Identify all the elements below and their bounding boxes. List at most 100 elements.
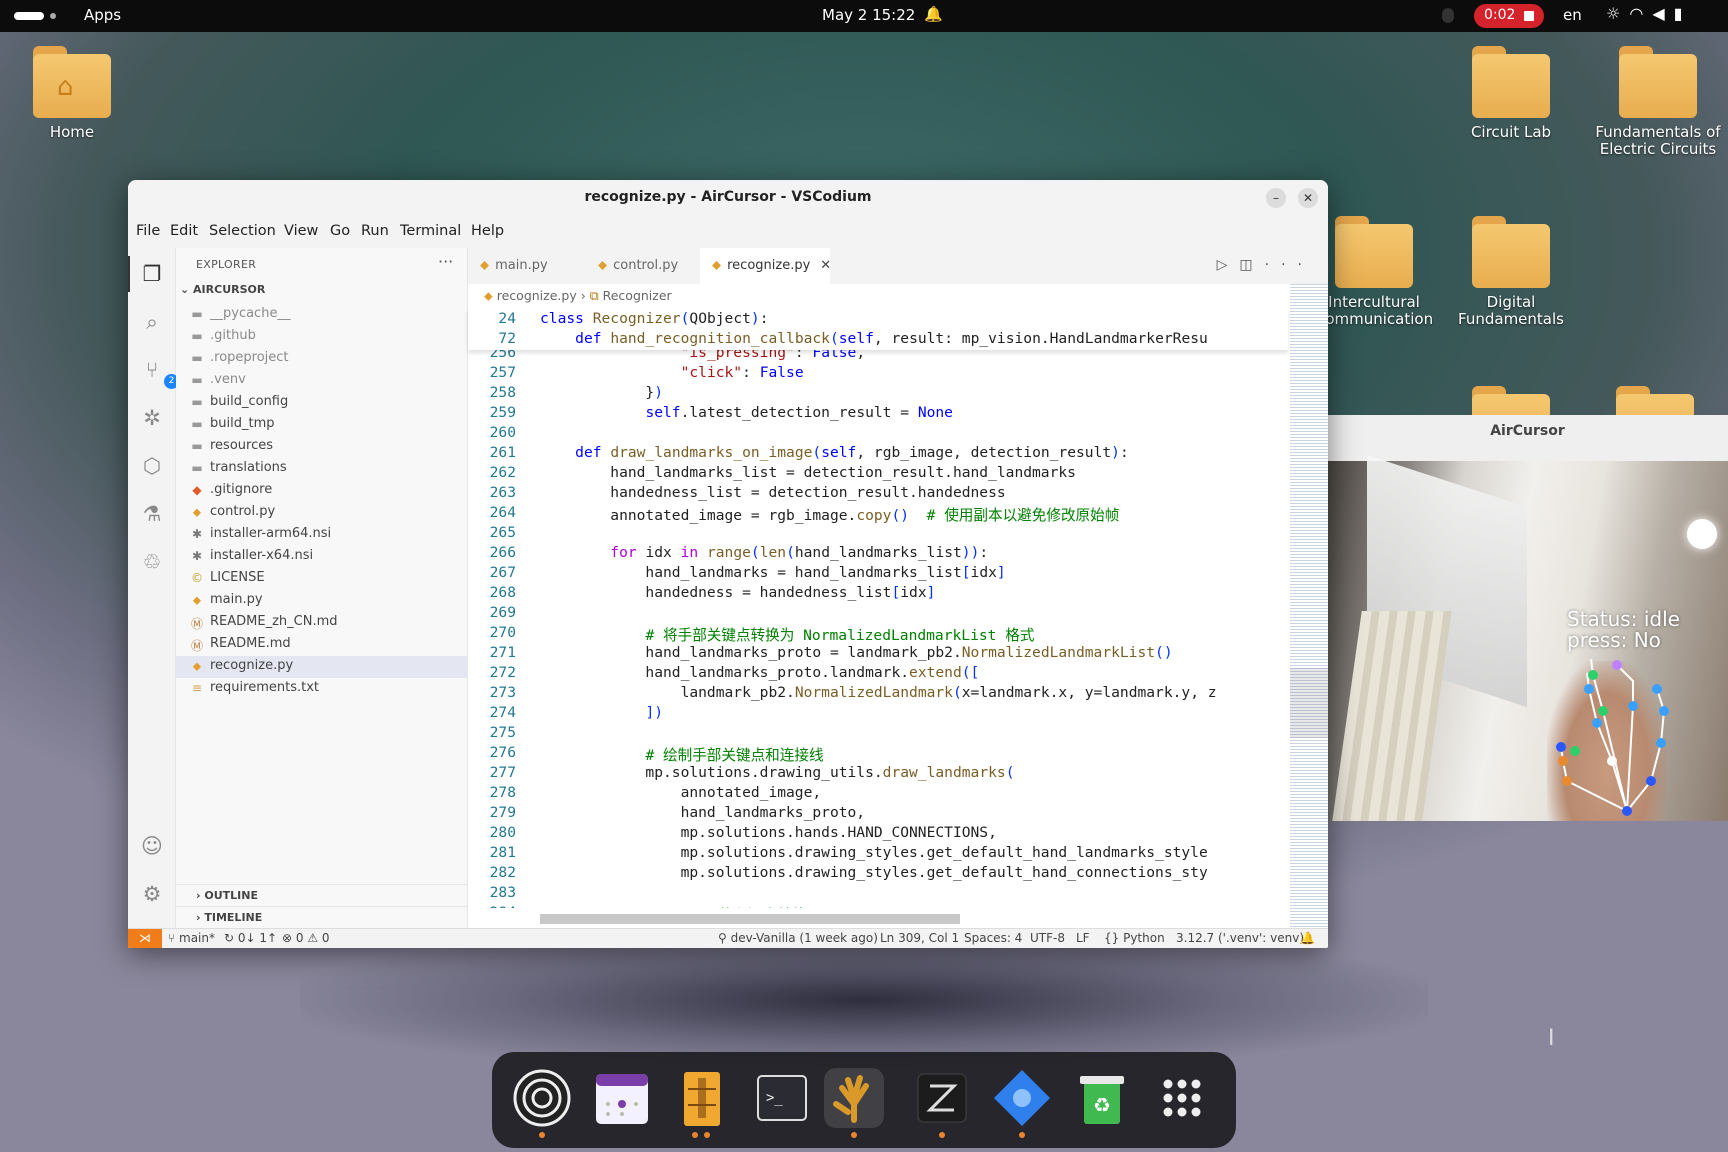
- explorer-root[interactable]: ⌄ AIRCURSOR: [180, 283, 265, 296]
- code-line[interactable]: 282 mp.solutions.drawing_styles.get_defa…: [468, 864, 1288, 884]
- search-icon[interactable]: ⌕: [138, 308, 166, 336]
- sticky-scroll[interactable]: 24 class Recognizer(QObject): 72 def hand_…: [468, 308, 1288, 350]
- python-interpreter[interactable]: 3.12.7 ('.venv': venv): [1176, 931, 1304, 945]
- code-line[interactable]: 24 class Recognizer(QObject):: [468, 310, 1288, 330]
- stop-icon[interactable]: [1524, 11, 1534, 21]
- close-tab-icon[interactable]: ✕: [820, 258, 831, 273]
- code-line[interactable]: 262 hand_landmarks_list = detection_resu…: [468, 464, 1288, 484]
- tree-item[interactable]: ⬥ control.py: [176, 502, 468, 524]
- timeline-section[interactable]: › TIMELINE: [176, 906, 468, 928]
- clock[interactable]: May 2 15:22: [822, 6, 915, 24]
- minimize-button[interactable]: –: [1266, 188, 1286, 208]
- menu-terminal[interactable]: Terminal: [400, 223, 461, 239]
- horizontal-scrollbar[interactable]: [540, 914, 960, 924]
- code-area[interactable]: 255 "target_y": self.last_valid_target["…: [468, 338, 1288, 908]
- tree-item[interactable]: ▬ .ropeproject: [176, 348, 468, 370]
- tree-item[interactable]: ▬ resources: [176, 436, 468, 458]
- bell-icon[interactable]: 🔔: [924, 5, 943, 23]
- language-mode[interactable]: {} Python: [1104, 931, 1165, 945]
- code-line[interactable]: 265: [468, 524, 1288, 544]
- encoding-status[interactable]: UTF-8: [1030, 931, 1065, 945]
- testing-icon[interactable]: ⚗: [138, 500, 166, 528]
- tree-item[interactable]: ▬ build_config: [176, 392, 468, 414]
- code-line[interactable]: 259 self.latest_detection_result = None: [468, 404, 1288, 424]
- tab-control-py[interactable]: ⬥ control.py: [586, 248, 692, 284]
- vscodium-icon[interactable]: [992, 1068, 1052, 1138]
- aircursor-window[interactable]: AirCursor Status: idle press: No: [1327, 415, 1728, 821]
- tree-item[interactable]: ▬ .venv: [176, 370, 468, 392]
- code-line[interactable]: 267 hand_landmarks = hand_landmarks_list…: [468, 564, 1288, 584]
- remote-indicator-icon[interactable]: ⋊: [128, 929, 162, 948]
- more-actions-icon[interactable]: ···: [438, 252, 453, 271]
- extensions-icon[interactable]: ⬡: [138, 452, 166, 480]
- tree-item[interactable]: ▬ translations: [176, 458, 468, 480]
- terminal-icon[interactable]: >_: [752, 1068, 812, 1128]
- settings-gear-icon[interactable]: ⚙: [138, 880, 166, 908]
- code-line[interactable]: 269: [468, 604, 1288, 624]
- code-line[interactable]: 272 hand_landmarks_proto.landmark.extend…: [468, 664, 1288, 684]
- branch-status[interactable]: ⑂ main*: [168, 931, 215, 945]
- desktop-icon-fundamentals-of-electric-circuits[interactable]: Fundamentals of Electric Circuits: [1595, 46, 1721, 158]
- desktop-icon-digital-fundamentals[interactable]: Digital Fundamentals: [1451, 216, 1571, 328]
- code-line[interactable]: 283: [468, 884, 1288, 904]
- code-line[interactable]: 261 def draw_landmarks_on_image(self, rg…: [468, 444, 1288, 464]
- code-line[interactable]: 277 mp.solutions.drawing_utils.draw_land…: [468, 764, 1288, 784]
- obs-icon[interactable]: [512, 1068, 572, 1138]
- tree-item[interactable]: ≡ requirements.txt: [176, 678, 468, 700]
- notifications-bell-icon[interactable]: 🔔: [1300, 931, 1315, 945]
- menu-help[interactable]: Help: [471, 223, 504, 239]
- code-line[interactable]: 278 annotated_image,: [468, 784, 1288, 804]
- tree-item[interactable]: ✱ installer-arm64.nsi: [176, 524, 468, 546]
- sync-status[interactable]: ↻ 0↓ 1↑: [224, 931, 277, 945]
- outline-section[interactable]: › OUTLINE: [176, 884, 468, 906]
- code-line[interactable]: 276 # 绘制手部关键点和连接线: [468, 744, 1288, 764]
- trash-icon[interactable]: ♻: [1072, 1068, 1132, 1128]
- code-line[interactable]: 263 handedness_list = detection_result.h…: [468, 484, 1288, 504]
- eol-status[interactable]: LF: [1076, 931, 1090, 945]
- recording-indicator[interactable]: 0:02: [1474, 4, 1544, 28]
- breadcrumb-symbol[interactable]: Recognizer: [603, 288, 672, 303]
- tree-item[interactable]: ⬥ main.py: [176, 590, 468, 612]
- code-line[interactable]: 279 hand_landmarks_proto,: [468, 804, 1288, 824]
- code-line[interactable]: 266 for idx in range(len(hand_landmarks_…: [468, 544, 1288, 564]
- archive-icon[interactable]: [672, 1068, 732, 1138]
- tree-item[interactable]: ▬ .github: [176, 326, 468, 348]
- apps-button[interactable]: Apps: [84, 6, 121, 24]
- calendar-icon[interactable]: [592, 1068, 652, 1128]
- git-blame-status[interactable]: ⚲ dev-Vanilla (1 week ago): [718, 931, 878, 945]
- tree-item[interactable]: ✱ installer-x64.nsi: [176, 546, 468, 568]
- desktop-icon-intercultural-communication[interactable]: Intercultural Communication: [1309, 216, 1439, 328]
- tree-item[interactable]: ▬ __pycache__: [176, 304, 468, 326]
- code-line[interactable]: 284 # 显示 Z 值和深度差值: [468, 904, 1288, 908]
- code-line[interactable]: 264 annotated_image = rgb_image.copy() #…: [468, 504, 1288, 524]
- breadcrumb-file[interactable]: recognize.py: [497, 288, 577, 303]
- code-line[interactable]: 260: [468, 424, 1288, 444]
- code-line[interactable]: 257 "click": False: [468, 364, 1288, 384]
- tree-item[interactable]: © LICENSE: [176, 568, 468, 590]
- explorer-icon[interactable]: ❐: [138, 260, 166, 288]
- code-line[interactable]: 273 landmark_pb2.NormalizedLandmark(x=la…: [468, 684, 1288, 704]
- split-editor-icon[interactable]: ◫: [1239, 257, 1264, 273]
- minimap-slider[interactable]: [1290, 668, 1328, 738]
- tab-recognize-py[interactable]: ⬥ recognize.py ✕: [700, 248, 831, 284]
- desktop-icon-circuit-lab[interactable]: Circuit Lab: [1451, 46, 1571, 141]
- app-grid-icon[interactable]: [1152, 1068, 1212, 1128]
- tree-item[interactable]: Ⓜ README.md: [176, 634, 468, 656]
- code-line[interactable]: 275: [468, 724, 1288, 744]
- code-line[interactable]: 271 hand_landmarks_proto = landmark_pb2.…: [468, 644, 1288, 664]
- code-line[interactable]: 270 # 将手部关键点转换为 NormalizedLandmarkList 格…: [468, 624, 1288, 644]
- code-line[interactable]: 258 }): [468, 384, 1288, 404]
- cursor-position[interactable]: Ln 309, Col 1: [880, 931, 959, 945]
- vscodium-window[interactable]: recognize.py - AirCursor - VSCodium – ✕ …: [128, 180, 1328, 948]
- title-bar[interactable]: recognize.py - AirCursor - VSCodium – ✕: [128, 180, 1328, 216]
- code-line[interactable]: 72 def hand_recognition_callback(self, r…: [468, 330, 1288, 350]
- tab-main-py[interactable]: ⬥ main.py: [468, 248, 574, 284]
- run-icon[interactable]: ▷: [1217, 257, 1240, 273]
- tree-item[interactable]: Ⓜ README_zh_CN.md: [176, 612, 468, 634]
- menu-file[interactable]: File: [136, 223, 160, 239]
- problems-status[interactable]: ⊗ 0 ⚠ 0: [282, 931, 330, 945]
- menu-view[interactable]: View: [284, 223, 318, 239]
- debug-icon[interactable]: ✲: [138, 404, 166, 432]
- menu-edit[interactable]: Edit: [170, 223, 198, 239]
- menu-selection[interactable]: Selection: [209, 223, 276, 239]
